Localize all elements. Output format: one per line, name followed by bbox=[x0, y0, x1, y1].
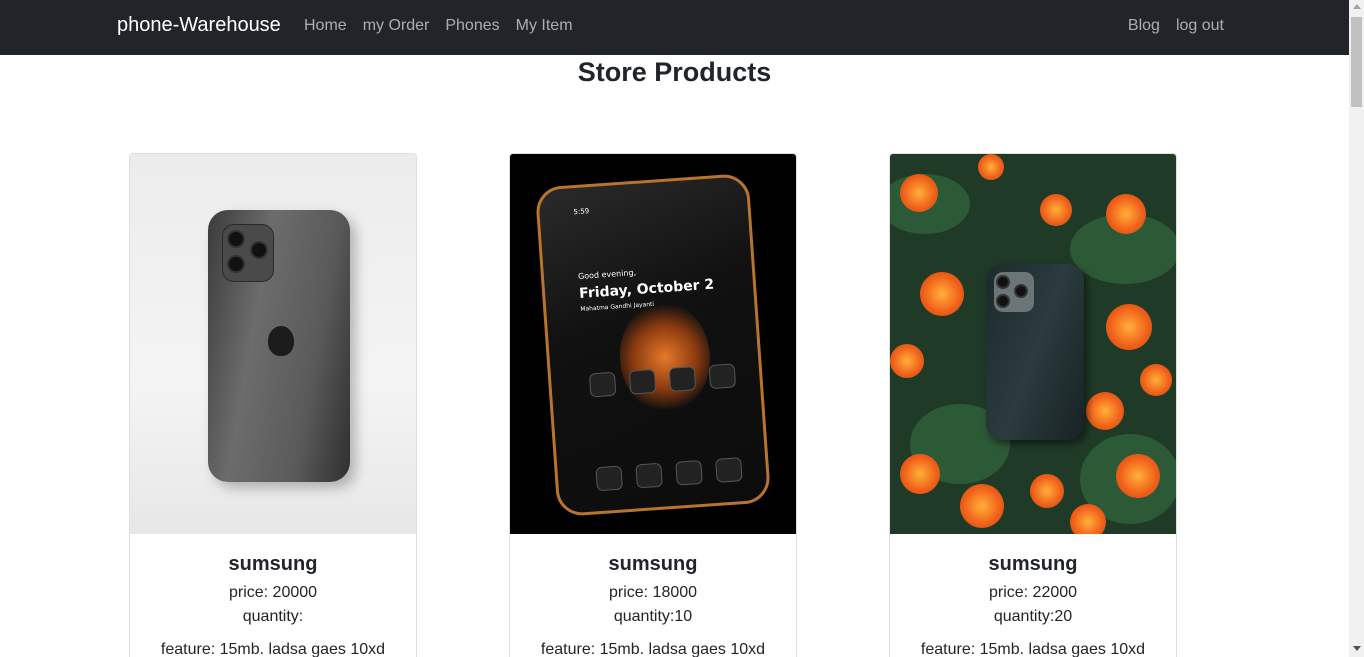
product-name: sumsung bbox=[608, 553, 698, 575]
product-feature: feature: 15mb. ladsa gaes 10xd bbox=[540, 641, 766, 657]
product-feature: feature: 15mb. ladsa gaes 10xd bbox=[160, 641, 386, 657]
top-navbar: phone-Warehouse Home my Order Phones My … bbox=[0, 0, 1349, 55]
card-body: sumsung price: 20000 quantity: feature: … bbox=[130, 534, 416, 657]
product-price: price: 18000 bbox=[608, 584, 698, 601]
compass-app-icon bbox=[715, 457, 743, 483]
product-card: sumsung price: 20000 quantity: feature: … bbox=[129, 153, 417, 657]
product-image bbox=[890, 154, 1176, 534]
chat-app-icon bbox=[708, 363, 737, 390]
scroll-up-arrow-icon[interactable] bbox=[1353, 4, 1361, 9]
product-feature: feature: 15mb. ladsa gaes 10xd bbox=[920, 641, 1146, 657]
nav-blog-link[interactable]: Blog bbox=[1128, 17, 1160, 35]
product-quantity: quantity:10 bbox=[613, 608, 693, 625]
brand-link[interactable]: phone-Warehouse bbox=[117, 14, 281, 37]
phone-time: 5:59 bbox=[573, 207, 590, 217]
phone-date: Friday, October 2 bbox=[578, 276, 715, 302]
pen-app-icon bbox=[635, 462, 663, 489]
dock-icon-row bbox=[595, 457, 743, 492]
product-name: sumsung bbox=[228, 553, 318, 575]
flame-graphic bbox=[616, 299, 714, 416]
nav-my-item-link[interactable]: My Item bbox=[516, 17, 573, 35]
message-app-icon bbox=[675, 459, 703, 486]
gray-phone-shape bbox=[208, 210, 350, 482]
page-title: Store Products bbox=[577, 57, 772, 87]
product-image: 5:59 Good evening, Friday, October 2 Mah… bbox=[510, 154, 796, 534]
scroll-down-arrow-icon[interactable] bbox=[1353, 646, 1361, 651]
camera-module-icon bbox=[994, 272, 1034, 312]
camera-module-icon bbox=[222, 224, 274, 282]
camera-app-icon bbox=[628, 368, 657, 395]
play-app-icon bbox=[588, 371, 617, 398]
nav-left-links: Home my Order Phones My Item bbox=[304, 17, 573, 35]
nav-home-link[interactable]: Home bbox=[304, 17, 347, 35]
product-name: sumsung bbox=[988, 553, 1078, 575]
product-price: price: 22000 bbox=[988, 584, 1078, 601]
phone-greeting: Good evening, bbox=[577, 268, 637, 282]
product-quantity: quantity: bbox=[242, 608, 304, 625]
phone-in-case-shape bbox=[986, 264, 1084, 440]
apple-logo-icon bbox=[268, 326, 294, 356]
product-image bbox=[130, 154, 416, 534]
product-card: 5:59 Good evening, Friday, October 2 Mah… bbox=[509, 153, 797, 657]
nav-right-links: Blog log out bbox=[1128, 17, 1224, 35]
product-price: price: 20000 bbox=[228, 584, 318, 601]
app-icon-row bbox=[588, 363, 737, 398]
dark-phone-shape: 5:59 Good evening, Friday, October 2 Mah… bbox=[534, 172, 772, 518]
product-quantity: quantity:20 bbox=[993, 608, 1073, 625]
page-scrollbar[interactable] bbox=[1349, 0, 1364, 657]
card-body: sumsung price: 22000 quantity:20 feature… bbox=[890, 534, 1176, 657]
product-card: sumsung price: 22000 quantity:20 feature… bbox=[889, 153, 1177, 657]
nav-logout-link[interactable]: log out bbox=[1176, 17, 1224, 35]
twitter-app-icon bbox=[668, 366, 697, 392]
nav-phones-link[interactable]: Phones bbox=[445, 17, 499, 35]
scroll-thumb[interactable] bbox=[1351, 17, 1362, 107]
card-body: sumsung price: 18000 quantity:10 feature… bbox=[510, 534, 796, 657]
mail-app-icon bbox=[595, 465, 624, 492]
nav-my-order-link[interactable]: my Order bbox=[363, 17, 430, 35]
